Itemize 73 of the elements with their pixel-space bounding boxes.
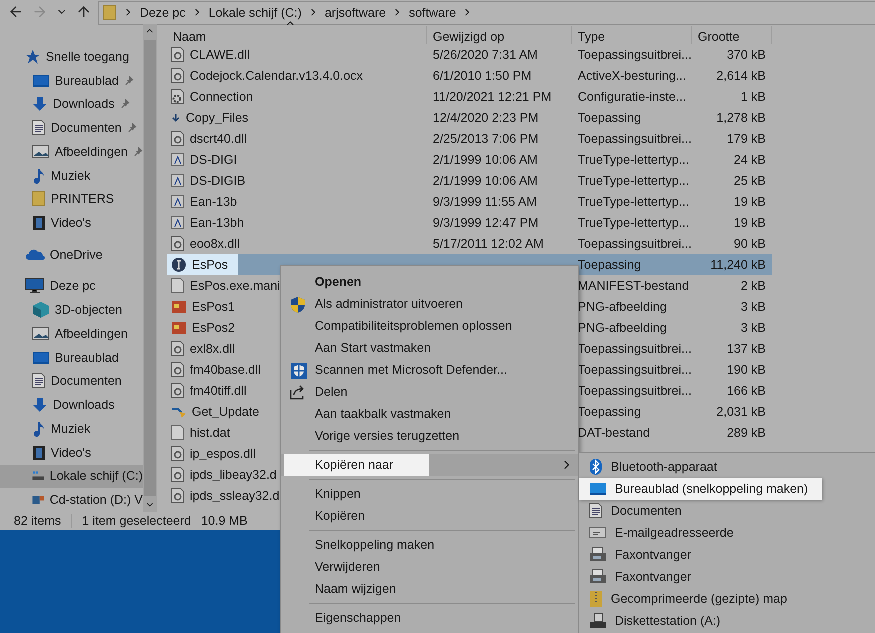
file-name: eoo8x.dll	[190, 236, 240, 250]
file-type: TrueType-lettertyp...	[578, 174, 690, 188]
modified-date: 5/17/2011 12:02 AM	[433, 236, 544, 250]
modified-date: 5/26/2020 7:31 AM	[433, 48, 538, 62]
file-type: Toepassingsuitbrei...	[578, 362, 692, 376]
file-size: 1,278 kB	[716, 110, 766, 124]
file-name: Ean-13bh	[190, 216, 244, 230]
file-size: 90 kB	[734, 236, 766, 250]
file-size: 137 kB	[727, 342, 766, 356]
item-count: 82 items	[14, 514, 62, 528]
file-name: dscrt40.dll	[190, 132, 247, 146]
file-size: 1 kB	[740, 90, 766, 104]
file-type: Toepassing	[578, 110, 642, 124]
file-size: 2 kB	[740, 278, 766, 292]
file-type: TrueType-lettertyp...	[578, 152, 690, 166]
modified-date: 9/3/1999 12:47 PM	[433, 216, 539, 230]
file-type: TrueType-lettertyp...	[578, 216, 690, 230]
file-name: ipds_ssleay32.d	[190, 488, 280, 502]
file-size: 24 kB	[734, 152, 766, 166]
file-name: EsPos.exe.mani	[190, 278, 280, 292]
selection-size: 10.9 MB	[201, 514, 248, 528]
file-type: DAT-bestand	[578, 426, 650, 440]
file-type: Toepassing	[578, 258, 642, 272]
file-size: 19 kB	[734, 194, 766, 208]
file-name: EsPos	[192, 258, 228, 272]
file-type: MANIFEST-bestand	[578, 278, 690, 292]
file-name: Ean-13b	[190, 194, 238, 208]
file-type: Toepassingsuitbrei...	[578, 48, 692, 62]
file-type: Toepassing	[578, 404, 642, 418]
modified-date: 9/3/1999 11:55 AM	[433, 194, 538, 208]
file-type: Toepassingsuitbrei...	[578, 384, 692, 398]
file-name: Codejock.Calendar.v13.4.0.ocx	[190, 68, 364, 82]
file-size: 2,614 kB	[716, 68, 766, 82]
modified-date: 12/4/2020 2:23 PM	[433, 110, 539, 124]
file-type: PNG-afbeelding	[578, 300, 667, 314]
file-name: CLAWE.dll	[190, 48, 250, 62]
file-name: ip_espos.dll	[190, 446, 256, 460]
file-type: PNG-afbeelding	[578, 320, 667, 334]
file-name: EsPos2	[192, 320, 236, 334]
file-size: 179 kB	[727, 132, 766, 146]
file-name: DS-DIGIB	[190, 174, 246, 188]
file-name: DS-DIGI	[190, 152, 238, 166]
file-size: 3 kB	[740, 320, 766, 334]
file-size: 11,240 kB	[710, 258, 766, 272]
modified-date: 6/1/2010 1:50 PM	[433, 68, 532, 82]
modified-date: 11/20/2021 12:21 PM	[433, 90, 552, 104]
file-name: Copy_Files	[186, 110, 249, 124]
file-size: 3 kB	[740, 300, 766, 314]
file-size: 166 kB	[727, 384, 766, 398]
file-name: fm40base.dll	[190, 362, 261, 376]
modified-date: 2/25/2013 7:06 PM	[433, 132, 539, 146]
file-name: ipds_libeay32.d	[190, 468, 277, 482]
modified-date: 2/1/1999 10:06 AM	[433, 152, 538, 166]
file-type: TrueType-lettertyp...	[578, 194, 690, 208]
file-type: Toepassingsuitbrei...	[578, 236, 692, 250]
selection-info: 1 item geselecteerd	[82, 514, 192, 528]
file-size: 25 kB	[734, 174, 766, 188]
file-name: Connection	[190, 90, 254, 104]
file-name: exl8x.dll	[190, 342, 236, 356]
file-name: Get_Update	[192, 404, 260, 418]
file-size: 190 kB	[727, 362, 766, 376]
file-name: fm40tiff.dll	[190, 384, 247, 398]
file-type: ActiveX-besturing...	[578, 68, 686, 82]
modified-date: 2/1/1999 10:06 AM	[433, 174, 538, 188]
file-type: Toepassingsuitbrei...	[578, 132, 692, 146]
file-size: 370 kB	[727, 48, 766, 62]
file-size: 289 kB	[727, 426, 766, 440]
file-type: Configuratie-inste...	[578, 90, 686, 104]
file-size: 19 kB	[734, 216, 766, 230]
file-name: hist.dat	[190, 426, 230, 440]
file-size: 2,031 kB	[716, 404, 766, 418]
file-name: EsPos1	[192, 300, 236, 314]
file-type: Toepassingsuitbrei...	[578, 342, 692, 356]
